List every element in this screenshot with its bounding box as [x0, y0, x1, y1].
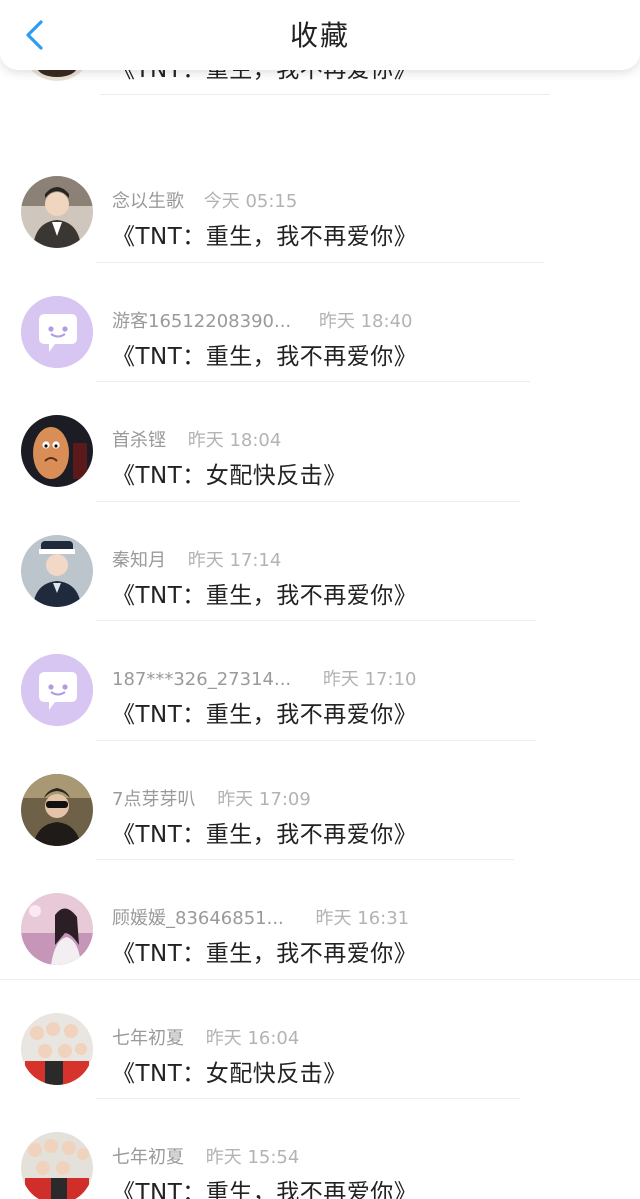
- favorites-list: 《TNT：重生，我不再爱你》 念以生歌 今天 05:15 《TNT：重生，我不再…: [0, 9, 640, 1199]
- avatar[interactable]: [21, 415, 93, 487]
- item-meta: 7点芽芽叭 昨天 17:09: [112, 787, 311, 813]
- top-bar: 收藏: [0, 0, 640, 70]
- user-name: 首杀铿: [112, 430, 166, 451]
- timestamp: 今天 05:15: [203, 191, 298, 212]
- user-name: 7点芽芽叭: [112, 788, 196, 810]
- timestamp: 昨天 17:09: [217, 788, 311, 810]
- user-name: 顾媛媛_83646851...: [112, 908, 284, 929]
- book-title[interactable]: 《TNT：女配快反击》: [112, 460, 347, 492]
- list-item[interactable]: 首杀铿 昨天 18:04 《TNT：女配快反击》: [0, 382, 640, 502]
- user-name: 187***326_27314...: [112, 669, 292, 690]
- user-name: 秦知月: [112, 549, 166, 571]
- timestamp: 昨天 18:04: [187, 430, 282, 451]
- favorites-page: 《TNT：重生，我不再爱你》 念以生歌 今天 05:15 《TNT：重生，我不再…: [0, 0, 640, 1199]
- timestamp: 昨天 17:10: [322, 669, 417, 690]
- timestamp: 昨天 16:04: [205, 1027, 300, 1049]
- book-title[interactable]: 《TNT：重生，我不再爱你》: [112, 938, 417, 970]
- list-item[interactable]: 秦知月 昨天 17:14 《TNT：重生，我不再爱你》: [0, 502, 640, 621]
- user-name: 念以生歌: [112, 191, 184, 212]
- list-item[interactable]: 七年初夏 昨天 16:04 《TNT：女配快反击》: [0, 980, 640, 1099]
- avatar[interactable]: [21, 176, 93, 248]
- list-item[interactable]: 游客16512208390... 昨天 18:40 《TNT：重生，我不再爱你》: [0, 263, 640, 382]
- book-title[interactable]: 《TNT：女配快反击》: [112, 1058, 347, 1090]
- user-name: 七年初夏: [112, 1027, 184, 1049]
- avatar[interactable]: [21, 654, 93, 726]
- item-meta: 187***326_27314... 昨天 17:10: [112, 667, 416, 693]
- avatar[interactable]: [21, 295, 93, 368]
- list-item[interactable]: 念以生歌 今天 05:15 《TNT：重生，我不再爱你》: [0, 143, 640, 263]
- divider: [100, 94, 550, 95]
- page-title: 收藏: [289, 19, 350, 52]
- timestamp: 昨天 15:54: [205, 1147, 300, 1168]
- avatar[interactable]: [21, 773, 93, 846]
- book-title[interactable]: 《TNT：重生，我不再爱你》: [112, 1177, 417, 1199]
- book-title[interactable]: 《TNT：重生，我不再爱你》: [112, 699, 417, 731]
- avatar[interactable]: [21, 534, 93, 607]
- item-meta: 首杀铿 昨天 18:04: [112, 428, 281, 454]
- item-meta: 七年初夏 昨天 16:04: [112, 1026, 299, 1052]
- list-item[interactable]: 顾媛媛_83646851... 昨天 16:31 《TNT：重生，我不再爱你》: [0, 860, 640, 980]
- item-meta: 顾媛媛_83646851... 昨天 16:31: [112, 906, 409, 932]
- avatar[interactable]: [21, 1132, 93, 1199]
- list-item[interactable]: 7点芽芽叭 昨天 17:09 《TNT：重生，我不再爱你》: [0, 741, 640, 860]
- timestamp: 昨天 17:14: [187, 549, 282, 571]
- avatar[interactable]: [21, 1012, 93, 1085]
- book-title[interactable]: 《TNT：重生，我不再爱你》: [112, 341, 417, 373]
- book-title[interactable]: 《TNT：重生，我不再爱你》: [112, 580, 417, 612]
- list-item[interactable]: 187***326_27314... 昨天 17:10 《TNT：重生，我不再爱…: [0, 621, 640, 741]
- book-title[interactable]: 《TNT：重生，我不再爱你》: [112, 221, 417, 253]
- user-name: 游客16512208390...: [112, 310, 292, 332]
- default-chat-avatar-icon: [21, 654, 93, 726]
- timestamp: 昨天 16:31: [315, 908, 410, 929]
- avatar[interactable]: [21, 893, 93, 965]
- item-meta: 念以生歌 今天 05:15: [112, 189, 297, 215]
- list-item[interactable]: 七年初夏 昨天 15:54 《TNT：重生，我不再爱你》: [0, 1099, 640, 1199]
- item-meta: 游客16512208390... 昨天 18:40: [112, 309, 412, 335]
- item-meta: 秦知月 昨天 17:14: [112, 548, 281, 574]
- item-meta: 七年初夏 昨天 15:54: [112, 1145, 299, 1171]
- user-name: 七年初夏: [112, 1147, 184, 1168]
- book-title[interactable]: 《TNT：重生，我不再爱你》: [112, 819, 417, 851]
- timestamp: 昨天 18:40: [318, 310, 413, 332]
- default-chat-avatar-icon: [21, 295, 93, 368]
